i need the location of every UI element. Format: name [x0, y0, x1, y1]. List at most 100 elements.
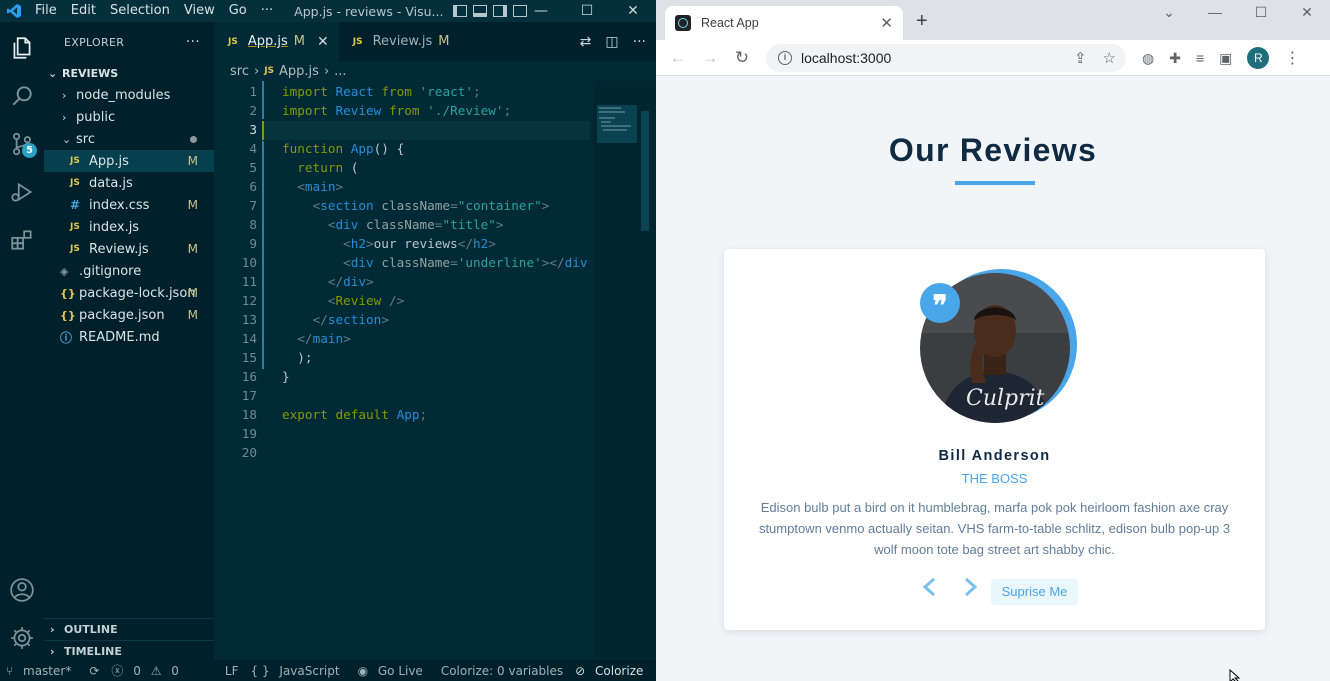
tab-search-chevron-down-icon[interactable]: ⌄ [1146, 0, 1192, 24]
folder-reviews[interactable]: ⌄ REVIEWS [44, 62, 214, 84]
tree-item-index-css[interactable]: # index.css M [44, 194, 214, 216]
chevron-down-icon: ⌄ [62, 132, 72, 146]
tree-item-package-lock-json[interactable]: {} package-lock.json M [44, 282, 214, 304]
side-panel-icon[interactable]: ▣ [1219, 50, 1232, 67]
chevron-right-icon: › [62, 88, 67, 102]
breadcrumb-file[interactable]: App.js [279, 64, 319, 79]
browser-tab[interactable]: React App ✕ [665, 6, 903, 40]
css-file-icon: # [70, 198, 81, 212]
tree-item-public[interactable]: › public [44, 106, 214, 128]
timeline-section[interactable]: › TIMELINE [44, 640, 214, 662]
chevron-right-icon: › [253, 63, 260, 79]
tree-item-app-js[interactable]: JS App.js M [44, 150, 214, 172]
minimize-icon[interactable]: — [1192, 0, 1238, 24]
toggle-secondary-sidebar-icon[interactable] [493, 5, 508, 17]
bookmark-star-icon[interactable]: ☆ [1103, 49, 1116, 67]
compare-changes-icon[interactable]: ⇄ [580, 34, 592, 50]
colorize-button[interactable]: ⊘ Colorize [569, 664, 655, 678]
explorer-more-icon[interactable]: ··· [186, 34, 200, 50]
file-tree: ⌄ REVIEWS › node_modules › public ⌄ src [44, 62, 214, 348]
code-line: function App() { [282, 141, 405, 156]
close-icon[interactable]: ✕ [1284, 0, 1330, 24]
go-live-button[interactable]: ◉ Go Live [352, 664, 435, 678]
tree-item-gitignore[interactable]: ◈ .gitignore [44, 260, 214, 282]
reload-icon[interactable]: ↻ [726, 48, 758, 68]
line-number: 19 [241, 426, 257, 441]
url-text[interactable]: localhost:3000 [801, 50, 891, 66]
editor-more-icon[interactable]: ··· [633, 34, 646, 50]
page-title: Our Reviews [888, 132, 1098, 168]
minimap[interactable] [593, 81, 656, 660]
line-number: 2 [249, 103, 257, 118]
menu-view[interactable]: View [177, 0, 222, 22]
breadcrumb-symbol[interactable]: ... [334, 64, 346, 79]
tree-item-readme[interactable]: ⓘ README.md [44, 326, 214, 348]
menu-more[interactable]: ··· [254, 0, 280, 22]
quote-icon: ❞ [920, 283, 960, 323]
browser-window: React App ✕ + ⌄ — ☐ ✕ ← → ↻ i localhost:… [656, 0, 1330, 681]
run-debug-icon[interactable] [0, 170, 44, 214]
menu-edit[interactable]: Edit [64, 0, 103, 22]
outline-section[interactable]: › OUTLINE [44, 618, 214, 640]
language-mode[interactable]: { } JavaScript [245, 664, 352, 678]
toggle-panel-icon[interactable] [473, 5, 488, 17]
settings-gear-icon[interactable] [0, 616, 44, 660]
status-bar: ⑂ master* ⟳ ⓧ 0 ⚠ 0 LF { } JavaScript ◉ … [0, 660, 701, 681]
accounts-icon[interactable] [0, 568, 44, 612]
tree-item-node-modules[interactable]: › node_modules [44, 84, 214, 106]
svg-text:Culprit: Culprit [966, 386, 1045, 411]
toggle-sidebar-icon[interactable] [453, 5, 468, 17]
menu-file[interactable]: File [28, 0, 64, 22]
close-tab-icon[interactable]: ✕ [880, 14, 893, 32]
new-tab-button[interactable]: + [916, 10, 928, 33]
back-arrow-icon[interactable]: ← [662, 48, 694, 68]
tab-strip: React App ✕ + ⌄ — ☐ ✕ [656, 0, 1330, 40]
code-line: </section> [312, 312, 389, 327]
extension-icon[interactable]: ◍ [1142, 50, 1154, 67]
review-text: Edison bulb put a bird on it humblebrag,… [758, 500, 1231, 557]
share-icon[interactable]: ⇪ [1074, 49, 1087, 67]
source-control-badge: 5 [22, 143, 37, 158]
tree-item-index-js[interactable]: JS index.js [44, 216, 214, 238]
menu-go[interactable]: Go [222, 0, 254, 22]
tree-item-data-js[interactable]: JS data.js [44, 172, 214, 194]
reading-list-icon[interactable]: ≡ [1196, 50, 1204, 66]
forward-arrow-icon[interactable]: → [694, 48, 726, 68]
site-info-icon[interactable]: i [778, 51, 792, 65]
maximize-icon[interactable]: ☐ [564, 0, 610, 22]
minimize-icon[interactable]: — [518, 0, 564, 22]
surprise-me-button[interactable]: Suprise Me [991, 579, 1078, 605]
sync-icon[interactable]: ⟳ [83, 664, 105, 678]
address-bar[interactable]: i localhost:3000 ⇪ ☆ [766, 44, 1126, 72]
problems-indicator[interactable]: ⓧ 0 ⚠ 0 [105, 662, 191, 679]
tree-item-src[interactable]: ⌄ src [44, 128, 214, 150]
js-file-icon: JS [70, 156, 80, 166]
close-tab-icon[interactable]: ✕ [317, 34, 329, 50]
prev-chevron-left-icon[interactable] [921, 577, 939, 603]
explorer-icon[interactable] [0, 26, 44, 70]
puzzle-extensions-icon[interactable]: ✚ [1169, 50, 1181, 67]
breadcrumb-src[interactable]: src [230, 64, 249, 79]
search-icon[interactable] [0, 74, 44, 118]
eol-indicator[interactable]: LF [219, 664, 245, 678]
browser-menu-icon[interactable]: ⋮ [1284, 48, 1300, 68]
source-control-icon[interactable]: 5 [0, 122, 44, 166]
maximize-icon[interactable]: ☐ [1238, 0, 1284, 24]
tab-review-js[interactable]: JS Review.js M [339, 22, 460, 61]
modified-dot-icon [190, 135, 197, 143]
colorize-variables[interactable]: Colorize: 0 variables [435, 664, 569, 678]
close-icon[interactable]: ✕ [610, 0, 656, 22]
next-chevron-right-icon[interactable] [961, 577, 979, 603]
tab-app-js[interactable]: JS App.js M ✕ [214, 22, 339, 61]
split-editor-icon[interactable]: ◫ [605, 34, 618, 50]
branch-indicator[interactable]: ⑂ master* [0, 664, 83, 678]
tree-item-package-json[interactable]: {} package.json M [44, 304, 214, 326]
tree-item-review-js[interactable]: JS Review.js M [44, 238, 214, 260]
profile-avatar[interactable]: R [1247, 47, 1270, 69]
code-area[interactable]: 1 2 3 4 5 6 7 8 9 10 11 12 13 14 15 16 17 18 19 20 import R… [214, 81, 656, 660]
js-file-icon: JS [70, 222, 80, 232]
code-line: <main> [297, 179, 344, 194]
json-file-icon: {} [60, 286, 76, 300]
menu-selection[interactable]: Selection [103, 0, 177, 22]
extensions-icon[interactable] [0, 218, 44, 262]
